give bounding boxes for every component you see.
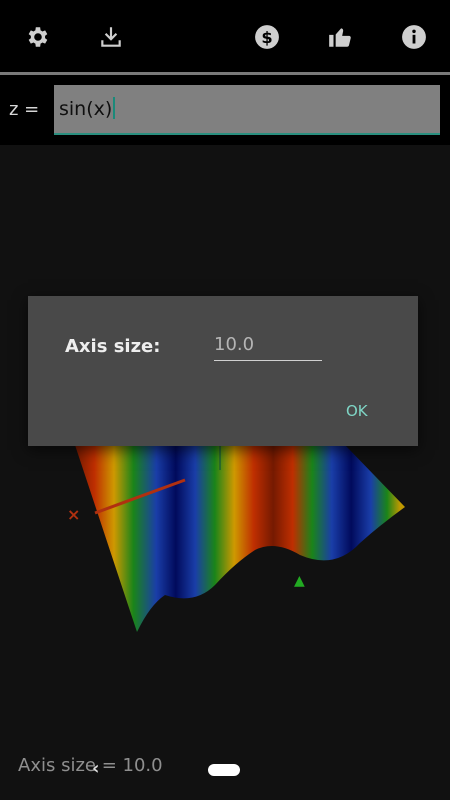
surface-mesh [75, 445, 405, 632]
info-icon[interactable] [399, 22, 429, 52]
x-axis-marker: × [67, 505, 80, 524]
axis-size-dialog: Axis size: 10.0 OK [28, 296, 418, 446]
top-toolbar: $ [0, 0, 450, 72]
y-axis-marker: ▲ [294, 573, 305, 589]
nav-home-pill[interactable] [208, 764, 240, 776]
thumbs-up-icon[interactable] [325, 22, 355, 52]
dollar-icon[interactable]: $ [252, 22, 282, 52]
formula-value: sin(x) [59, 98, 113, 120]
formula-bar: z = sin(x) [0, 75, 450, 145]
svg-text:$: $ [261, 28, 272, 47]
text-caret [113, 97, 116, 119]
download-icon[interactable] [96, 22, 126, 52]
axis-size-label: Axis size: [65, 336, 161, 357]
axis-size-input[interactable]: 10.0 [214, 334, 322, 361]
formula-prefix-label: z = [9, 99, 40, 120]
nav-back-button[interactable]: ‹ [92, 758, 99, 779]
ok-button[interactable]: OK [346, 402, 368, 420]
axis-size-status: Axis size = 10.0 [18, 755, 163, 776]
gear-icon[interactable] [22, 22, 52, 52]
formula-input[interactable]: sin(x) [54, 85, 440, 135]
